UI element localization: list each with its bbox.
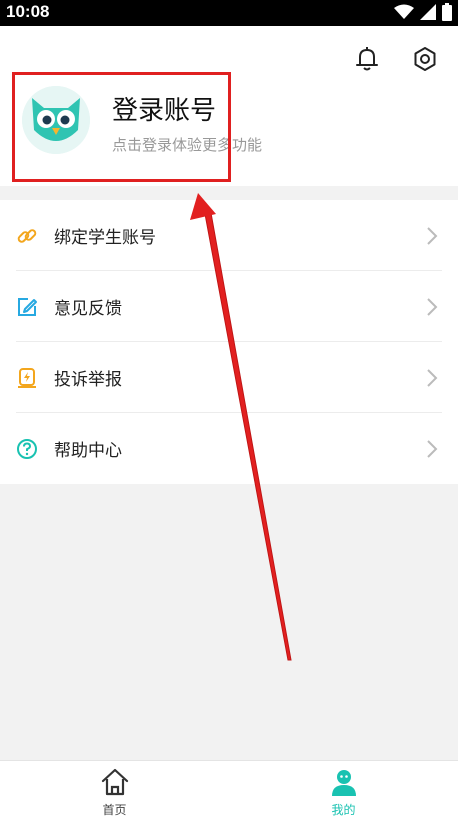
- top-icons: [352, 44, 440, 74]
- menu-list: 绑定学生账号 意见反馈 投诉举报 帮助中心: [0, 200, 458, 484]
- menu-label-feedback: 意见反馈: [54, 299, 122, 319]
- menu-item-help[interactable]: 帮助中心: [0, 413, 458, 484]
- menu-label-help: 帮助中心: [54, 441, 122, 461]
- home-icon: [101, 768, 128, 796]
- signal-icon: [420, 4, 436, 20]
- menu-item-feedback[interactable]: 意见反馈: [0, 271, 458, 342]
- report-icon: [16, 367, 38, 389]
- help-icon: [16, 438, 38, 460]
- menu-label-report: 投诉举报: [54, 370, 122, 390]
- notification-button[interactable]: [352, 44, 382, 74]
- menu-item-report[interactable]: 投诉举报: [0, 342, 458, 413]
- settings-button[interactable]: [410, 44, 440, 74]
- chevron-right-icon: [427, 439, 438, 458]
- bell-icon: [356, 47, 378, 71]
- chevron-right-icon: [427, 297, 438, 316]
- status-time: 10:08: [6, 2, 50, 21]
- user-icon: [331, 770, 356, 796]
- tab-mine[interactable]: 我的: [229, 761, 458, 820]
- bottom-tab-bar: 首页 我的: [0, 760, 458, 820]
- gear-icon: [414, 47, 436, 71]
- chevron-right-icon: [427, 368, 438, 387]
- tab-mine-label: 我的: [331, 803, 356, 817]
- edit-icon: [16, 296, 38, 318]
- tab-home[interactable]: 首页: [0, 761, 229, 820]
- highlight-box: [12, 72, 231, 182]
- status-bar: 10:08: [0, 0, 458, 26]
- menu-label-bind-student: 绑定学生账号: [54, 228, 156, 248]
- status-icons: [394, 3, 452, 21]
- tab-home-label: 首页: [102, 803, 127, 817]
- chevron-right-icon: [427, 226, 438, 245]
- link-icon: [16, 225, 38, 247]
- wifi-icon: [394, 4, 414, 19]
- menu-item-bind-student[interactable]: 绑定学生账号: [0, 200, 458, 271]
- battery-icon: [442, 3, 452, 21]
